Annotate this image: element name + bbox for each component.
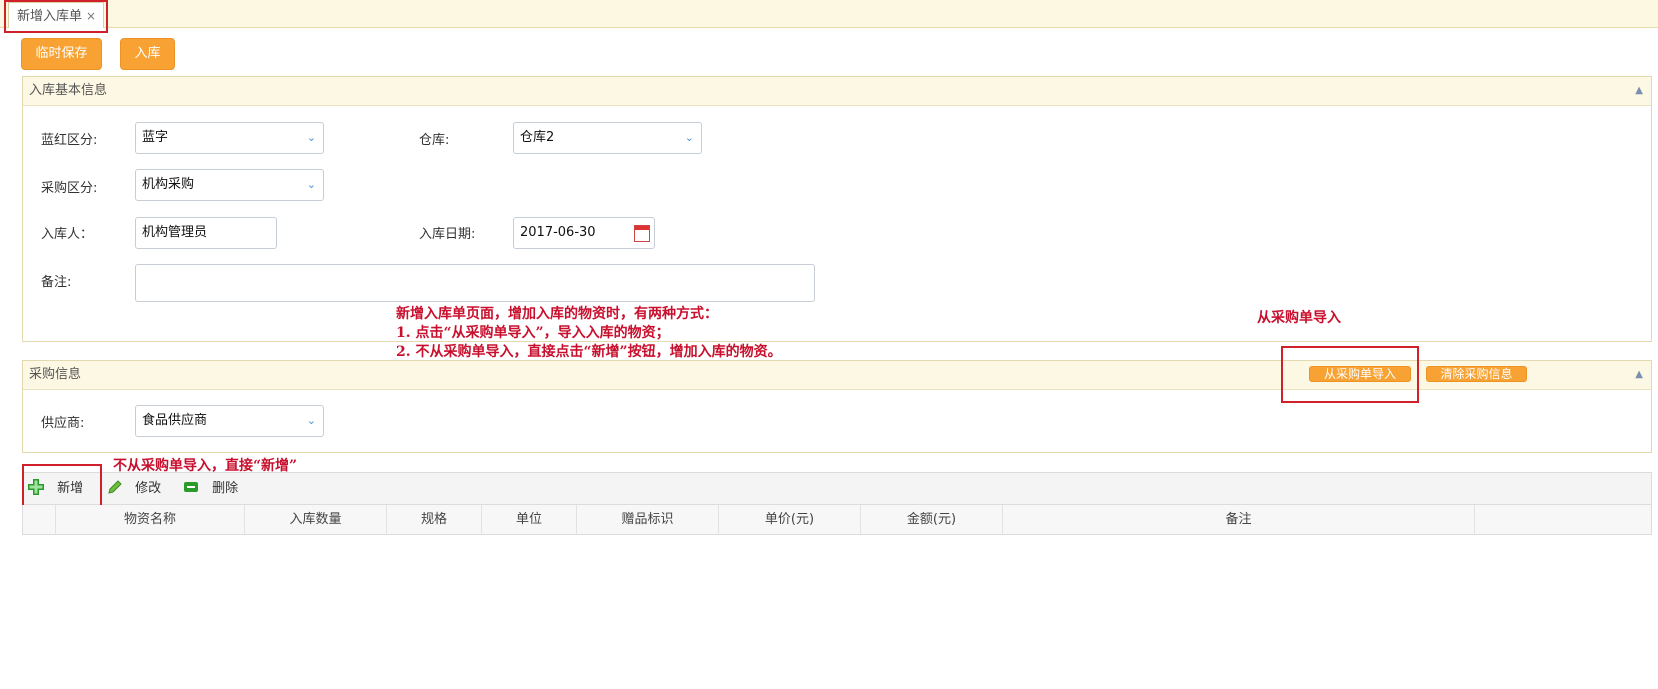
blue-red-label: 蓝红区分: xyxy=(41,133,98,148)
supplier-label: 供应商: xyxy=(41,416,85,431)
clear-purchase-button[interactable]: 清除采购信息 xyxy=(1426,366,1527,382)
receiver-input[interactable]: 机构管理员 xyxy=(135,217,277,249)
chevron-down-icon: ⌄ xyxy=(306,178,316,191)
warehouse-label: 仓库: xyxy=(419,133,450,148)
highlight-add-box xyxy=(22,464,102,511)
col-spec[interactable]: 规格 xyxy=(387,505,482,534)
chevron-down-icon: ⌄ xyxy=(306,414,316,427)
col-quantity[interactable]: 入库数量 xyxy=(245,505,387,534)
col-amount[interactable]: 金额(元) xyxy=(861,505,1003,534)
material-grid-header: 物资名称 入库数量 规格 单位 赠品标识 单价(元) 金额(元) 备注 xyxy=(22,505,1652,535)
col-material-name[interactable]: 物资名称 xyxy=(56,505,245,534)
col-remark[interactable]: 备注 xyxy=(1003,505,1475,534)
annotation-import-note: 从采购单导入 xyxy=(1257,310,1341,326)
supplier-select[interactable]: 食品供应商 ⌄ xyxy=(135,405,324,437)
chevron-down-icon: ⌄ xyxy=(306,131,316,144)
panel-title: 入库基本信息 xyxy=(29,83,108,98)
col-unit[interactable]: 单位 xyxy=(482,505,577,534)
calendar-icon[interactable] xyxy=(634,225,650,242)
col-gift-flag[interactable]: 赠品标识 xyxy=(577,505,719,534)
checkbox-column[interactable] xyxy=(23,505,56,534)
minus-icon xyxy=(184,482,198,492)
date-label: 入库日期: xyxy=(419,227,476,242)
stock-in-button[interactable]: 入库 xyxy=(120,38,175,70)
collapse-icon[interactable]: ▲ xyxy=(1635,361,1643,389)
grid-toolbar xyxy=(22,472,1652,505)
select-value: 机构采购 xyxy=(142,177,195,192)
col-unit-price[interactable]: 单价(元) xyxy=(719,505,861,534)
collapse-icon[interactable]: ▲ xyxy=(1635,77,1643,105)
panel-title: 采购信息 xyxy=(29,367,82,382)
pencil-icon xyxy=(108,480,122,494)
remark-input[interactable] xyxy=(135,264,815,302)
grid-filler-column xyxy=(1475,505,1651,534)
select-value: 蓝字 xyxy=(142,130,169,145)
basic-info-panel: 入库基本信息 ▲ xyxy=(22,76,1652,342)
highlight-import-box xyxy=(1281,346,1419,403)
annotation-intro-line-1: 新增入库单页面，增加入库的物资时，有两种方式： xyxy=(396,306,718,322)
edit-label: 修改 xyxy=(135,481,162,496)
receiver-label: 入库人： xyxy=(41,227,94,242)
delete-label: 删除 xyxy=(212,481,239,496)
select-value: 食品供应商 xyxy=(142,413,208,428)
highlight-tab-box xyxy=(4,0,108,33)
purchase-type-select[interactable]: 机构采购 ⌄ xyxy=(135,169,324,201)
warehouse-select[interactable]: 仓库2 ⌄ xyxy=(513,122,702,154)
purchase-type-label: 采购区分: xyxy=(41,181,98,196)
annotation-intro-line-3: 2. 不从采购单导入，直接点击“新增”按钮，增加入库的物资。 xyxy=(396,344,782,360)
date-input[interactable]: 2017-06-30 xyxy=(513,217,655,249)
chevron-down-icon: ⌄ xyxy=(684,131,694,144)
blue-red-select[interactable]: 蓝字 ⌄ xyxy=(135,122,324,154)
select-value: 仓库2 xyxy=(520,130,555,145)
remark-label: 备注: xyxy=(41,275,72,290)
basic-info-header: 入库基本信息 ▲ xyxy=(23,77,1651,106)
edit-button[interactable]: 修改 xyxy=(107,478,161,500)
tab-bar xyxy=(0,0,1658,28)
temp-save-button[interactable]: 临时保存 xyxy=(21,38,102,70)
delete-button[interactable]: 删除 xyxy=(183,478,238,500)
annotation-intro-line-2: 1. 点击“从采购单导入”，导入入库的物资； xyxy=(396,325,670,341)
date-value: 2017-06-30 xyxy=(520,225,596,240)
